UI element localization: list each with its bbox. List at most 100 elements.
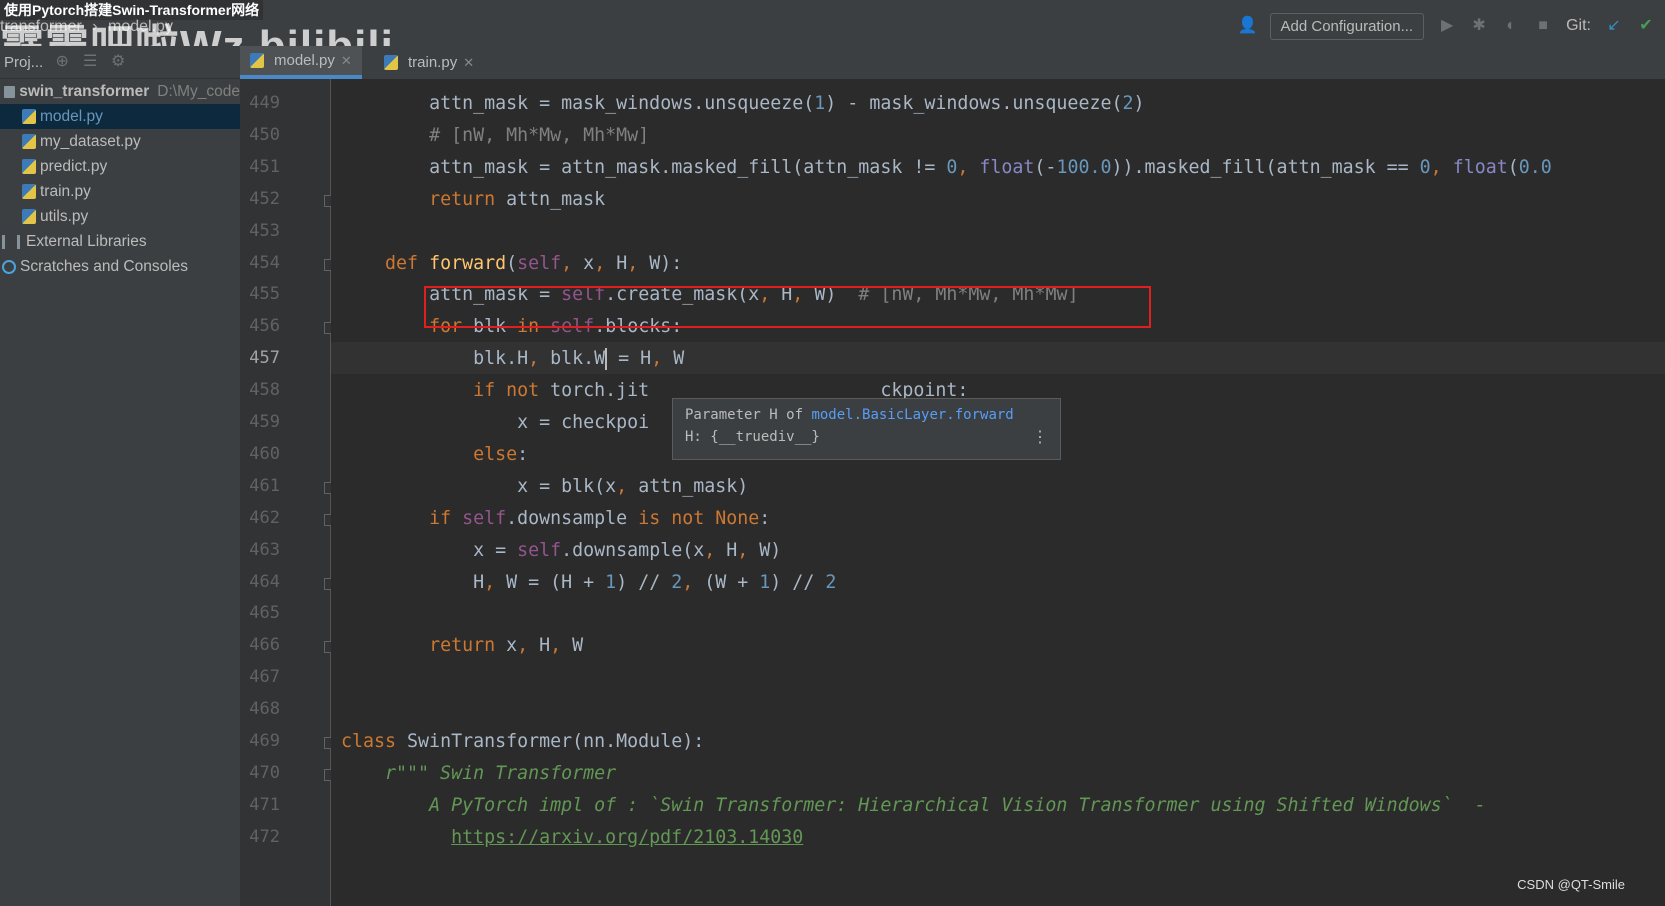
close-icon[interactable]: ✕	[463, 55, 474, 71]
line-number[interactable]: 467	[240, 667, 280, 687]
project-root-label: swin_transformer	[19, 82, 150, 100]
code-token: 2	[671, 571, 683, 593]
git-commit-icon[interactable]: ✔	[1637, 17, 1655, 35]
code-token: :	[759, 507, 771, 529]
line-number[interactable]: 452	[240, 189, 280, 209]
code-line[interactable]: return x, H, W	[341, 629, 583, 662]
tooltip-prefix: Parameter H of	[685, 407, 812, 423]
tree-scratches-consoles[interactable]: Scratches and Consoles	[0, 254, 240, 279]
code-line[interactable]: x = blk(x, attn_mask)	[341, 470, 748, 503]
tree-item-label: Scratches and Consoles	[20, 257, 189, 275]
line-number[interactable]: 456	[240, 316, 280, 336]
line-number[interactable]: 464	[240, 572, 280, 592]
debug-icon[interactable]: ✱	[1470, 17, 1488, 35]
code-token: if not	[473, 380, 551, 402]
line-number[interactable]: 465	[240, 603, 280, 623]
line-number[interactable]: 459	[240, 412, 280, 432]
code-editor[interactable]: attn_mask = mask_windows.unsqueeze(1) - …	[331, 79, 1665, 906]
run-icon[interactable]: ▶	[1438, 17, 1456, 35]
code-token: x =	[473, 539, 518, 561]
line-number[interactable]: 469	[240, 731, 280, 751]
line-number[interactable]: 451	[240, 157, 280, 177]
tree-item-label: External Libraries	[26, 232, 147, 250]
close-icon[interactable]: ✕	[341, 53, 352, 69]
line-number[interactable]: 466	[240, 635, 280, 655]
code-line[interactable]: x = self.downsample(x, H, W)	[341, 534, 781, 567]
code-line[interactable]: else:	[341, 438, 528, 471]
code-line[interactable]: H, W = (H + 1) // 2, (W + 1) // 2	[341, 566, 836, 599]
line-number[interactable]: 470	[240, 763, 280, 783]
code-line[interactable]: attn_mask = mask_windows.unsqueeze(1) - …	[341, 87, 1144, 120]
line-number[interactable]: 458	[240, 380, 280, 400]
code-token: (	[506, 252, 518, 274]
code-token: :	[517, 443, 529, 465]
code-token: float	[979, 156, 1035, 178]
collapse-icon[interactable]: ☰	[81, 53, 99, 71]
tooltip-link[interactable]: model.BasicLayer.forward	[811, 407, 1013, 423]
settings-gear-icon[interactable]: ⚙	[109, 53, 127, 71]
project-root[interactable]: swin_transformer D:\My_code	[0, 79, 240, 104]
code-token: else	[473, 443, 518, 465]
tree-file-predict[interactable]: predict.py	[0, 154, 240, 179]
project-sidebar: Proj... ⊕ ☰ ⚙ swin_transformer D:\My_cod…	[0, 46, 241, 906]
tree-file-train[interactable]: train.py	[0, 179, 240, 204]
line-number[interactable]: 450	[240, 125, 280, 145]
line-number[interactable]: 463	[240, 540, 280, 560]
line-number[interactable]: 453	[240, 221, 280, 241]
git-update-icon[interactable]: ↙	[1605, 17, 1623, 35]
line-number-gutter[interactable]: 449 450 451 452 453 454 455 456 457 458 459 460 461 4…	[240, 79, 336, 906]
line-number[interactable]: 454	[240, 253, 280, 273]
tab-model[interactable]: model.py ✕	[240, 46, 362, 79]
line-number[interactable]: 457	[240, 348, 280, 368]
title-bar: transformer › model.py 使用Pytorch搭建Swin-T…	[0, 0, 1665, 71]
tab-label: model.py	[274, 52, 335, 69]
locate-icon[interactable]: ⊕	[53, 53, 71, 71]
code-line[interactable]: # [nW, Mh*Mw, Mh*Mw]	[341, 119, 649, 152]
line-number[interactable]: 460	[240, 444, 280, 464]
more-options-icon[interactable]: ⋮	[1032, 427, 1048, 446]
code-line[interactable]: https://arxiv.org/pdf/2103.14030	[341, 821, 803, 854]
line-number[interactable]: 449	[240, 93, 280, 113]
tree-file-my-dataset[interactable]: my_dataset.py	[0, 129, 240, 154]
code-line[interactable]: blk.H, blk.W = H, W	[341, 342, 684, 375]
code-line[interactable]: if self.downsample is not None:	[341, 502, 770, 535]
code-token: attn_mask	[506, 188, 606, 210]
line-number[interactable]: 468	[240, 699, 280, 719]
code-token: W)	[759, 539, 782, 561]
user-icon[interactable]: 👤	[1238, 17, 1258, 35]
code-token: 2	[1122, 93, 1134, 114]
code-token: blk.W	[550, 348, 606, 370]
add-configuration-button[interactable]: Add Configuration...	[1269, 12, 1425, 40]
code-line[interactable]: x = checkpoi	[341, 406, 649, 439]
code-token: x = blk(x	[517, 475, 617, 497]
project-view-label[interactable]: Proj...	[4, 54, 43, 71]
code-token: ,	[550, 635, 573, 657]
line-number[interactable]: 461	[240, 476, 280, 496]
toolbar-right: 👤 Add Configuration... ▶ ✱ ◐ ■ Git: ↙ ✔	[1238, 10, 1665, 42]
code-token: torch.jit	[550, 380, 650, 402]
code-line[interactable]: def forward(self, x, H, W):	[341, 247, 682, 280]
tree-file-model[interactable]: model.py	[0, 104, 240, 129]
tree-file-utils[interactable]: utils.py	[0, 204, 240, 229]
line-number[interactable]: 471	[240, 795, 280, 815]
tree-external-libraries[interactable]: External Libraries	[0, 229, 240, 254]
code-line[interactable]: return attn_mask	[341, 183, 605, 216]
line-number[interactable]: 472	[240, 827, 280, 847]
python-file-icon	[22, 109, 36, 124]
code-line[interactable]: r""" Swin Transformer	[341, 757, 616, 790]
tab-train[interactable]: train.py ✕	[374, 46, 484, 79]
code-token: self	[517, 252, 562, 274]
code-line[interactable]: attn_mask = attn_mask.masked_fill(attn_m…	[341, 151, 1552, 184]
python-file-icon	[22, 159, 36, 174]
code-token: return	[429, 635, 507, 657]
line-number[interactable]: 462	[240, 508, 280, 528]
coverage-icon[interactable]: ◐	[1502, 17, 1520, 35]
line-number[interactable]: 455	[240, 284, 280, 304]
code-token: ,	[484, 571, 507, 593]
project-view-header: Proj... ⊕ ☰ ⚙	[0, 46, 240, 79]
code-line[interactable]: A PyTorch impl of : `Swin Transformer: H…	[341, 789, 1486, 822]
code-line[interactable]: class SwinTransformer(nn.Module):	[341, 725, 704, 758]
code-token: x = checkpoi	[517, 412, 650, 433]
tooltip-detail: H: {__truediv__}	[685, 429, 820, 445]
stop-icon[interactable]: ■	[1534, 17, 1552, 35]
